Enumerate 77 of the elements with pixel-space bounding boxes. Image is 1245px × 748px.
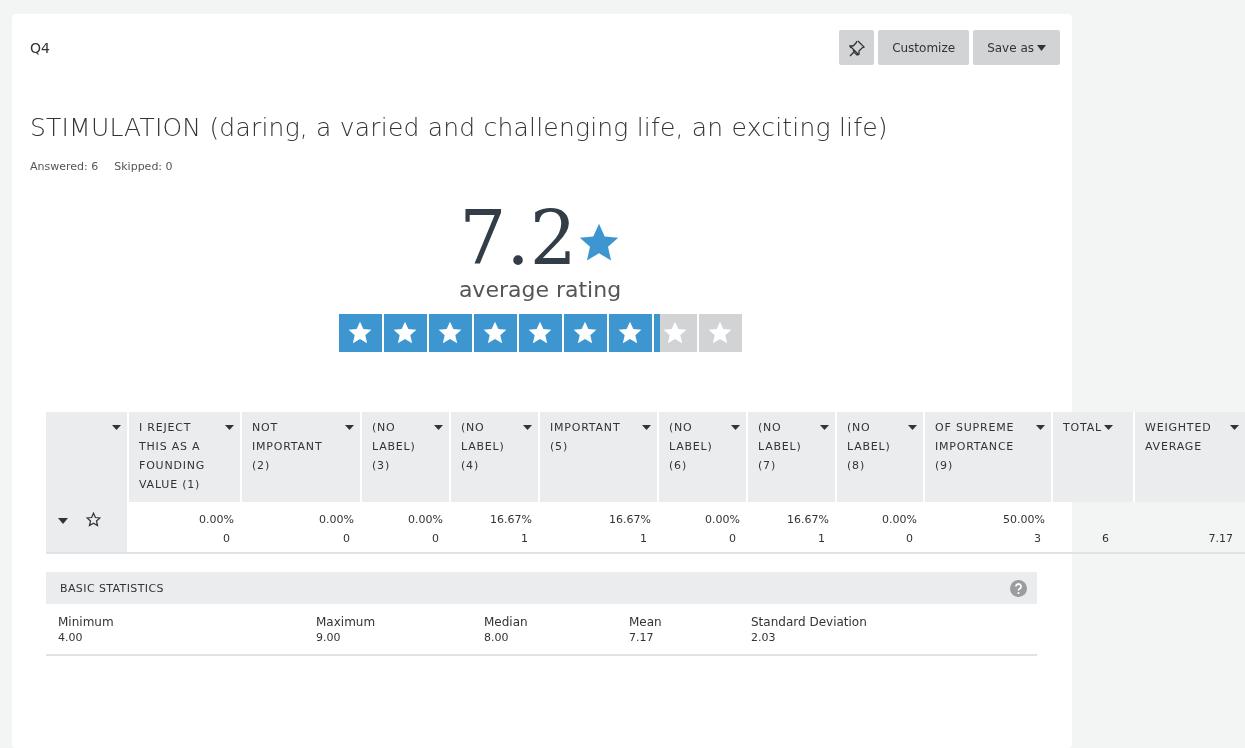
caret-icon [731,425,740,430]
pin-button[interactable] [839,30,875,65]
star-outline-icon[interactable] [86,512,101,527]
star-icon [707,320,733,346]
statistic-label: Minimum [58,614,115,630]
total-value: 6 [1102,531,1109,547]
caret-icon [1037,44,1046,51]
column-header[interactable]: (NO LABEL) (8) [835,412,923,502]
star-icon [482,320,508,346]
caret-icon [523,425,532,430]
count-value: 3 [1034,531,1041,547]
caret-icon [820,425,829,430]
caret-icon [345,425,354,430]
column-header[interactable]: (NO LABEL) (3) [360,412,449,502]
count-value: 0 [223,531,230,547]
save-as-button[interactable]: Save as [973,30,1060,65]
percent-value: 0.00% [408,512,443,528]
caret-icon [1230,425,1239,430]
pin-icon [847,38,866,57]
statistic-value: 2.03 [751,630,777,646]
average-rating-value: 7.2 [459,201,577,275]
column-header[interactable]: IMPORTANT (5) [538,412,657,502]
average-rating-caption: average rating [458,277,622,302]
answered-count: Answered: 6 [30,160,99,173]
statistic-value: 9.00 [316,630,342,646]
star-icon [572,320,598,346]
caret-icon[interactable] [58,518,68,524]
caret-icon [908,425,917,430]
count-value: 0 [729,531,736,547]
count-value: 1 [640,531,647,547]
percent-value: 16.67% [490,512,532,528]
column-header[interactable]: (NO LABEL) (6) [657,412,746,502]
count-value: 1 [818,531,825,547]
star-icon [662,320,688,346]
statistic-value: 4.00 [58,630,84,646]
percent-value: 0.00% [882,512,917,528]
percent-value: 16.67% [787,512,829,528]
question-title: STIMULATION (daring, a varied and challenging life, an exciting life) [30,113,889,142]
column-header[interactable]: I REJECT THIS AS A FOUNDING VALUE (1) [127,412,240,502]
customize-button[interactable]: Customize [878,30,970,65]
help-icon[interactable] [1010,579,1027,597]
percent-value: 0.00% [319,512,354,528]
percent-value: 0.00% [705,512,740,528]
star-icon [392,320,418,346]
statistics-title: BASIC STATISTICS [60,581,164,595]
weighted-average-value: 7.17 [1208,531,1233,547]
percent-value: 50.00% [1003,512,1045,528]
column-header[interactable]: (NO LABEL) (7) [746,412,835,502]
caret-icon [225,425,234,430]
count-value: 0 [432,531,439,547]
statistic-label: Median [484,614,529,630]
count-value: 0 [343,531,350,547]
percent-value: 0.00% [199,512,234,528]
caret-icon [112,425,121,430]
percent-value: 16.67% [609,512,651,528]
count-value: 1 [521,531,528,547]
column-header[interactable]: NOT IMPORTANT (2) [240,412,360,502]
statistic-value: 7.17 [629,630,655,646]
star-icon [617,320,643,346]
caret-icon [1103,425,1113,430]
statistic-label: Standard Deviation [751,614,868,630]
caret-icon [642,425,651,430]
count-value: 0 [906,531,913,547]
column-header[interactable]: (NO LABEL) (4) [449,412,538,502]
statistic-label: Mean [629,614,663,630]
column-header[interactable]: OF SUPREME IMPORTANCE (9) [923,412,1051,502]
star-icon [347,320,373,346]
caret-icon [1036,425,1045,430]
star-icon [527,320,553,346]
star-icon [437,320,463,346]
question-number: Q4 [30,39,50,56]
column-header[interactable]: TOTAL [1051,412,1133,502]
caret-icon [434,425,443,430]
statistic-label: Maximum [316,614,377,630]
column-header[interactable]: WEIGHTED AVERAGE [1133,412,1245,502]
statistic-value: 8.00 [484,630,510,646]
skipped-count: Skipped: 0 [114,160,173,173]
